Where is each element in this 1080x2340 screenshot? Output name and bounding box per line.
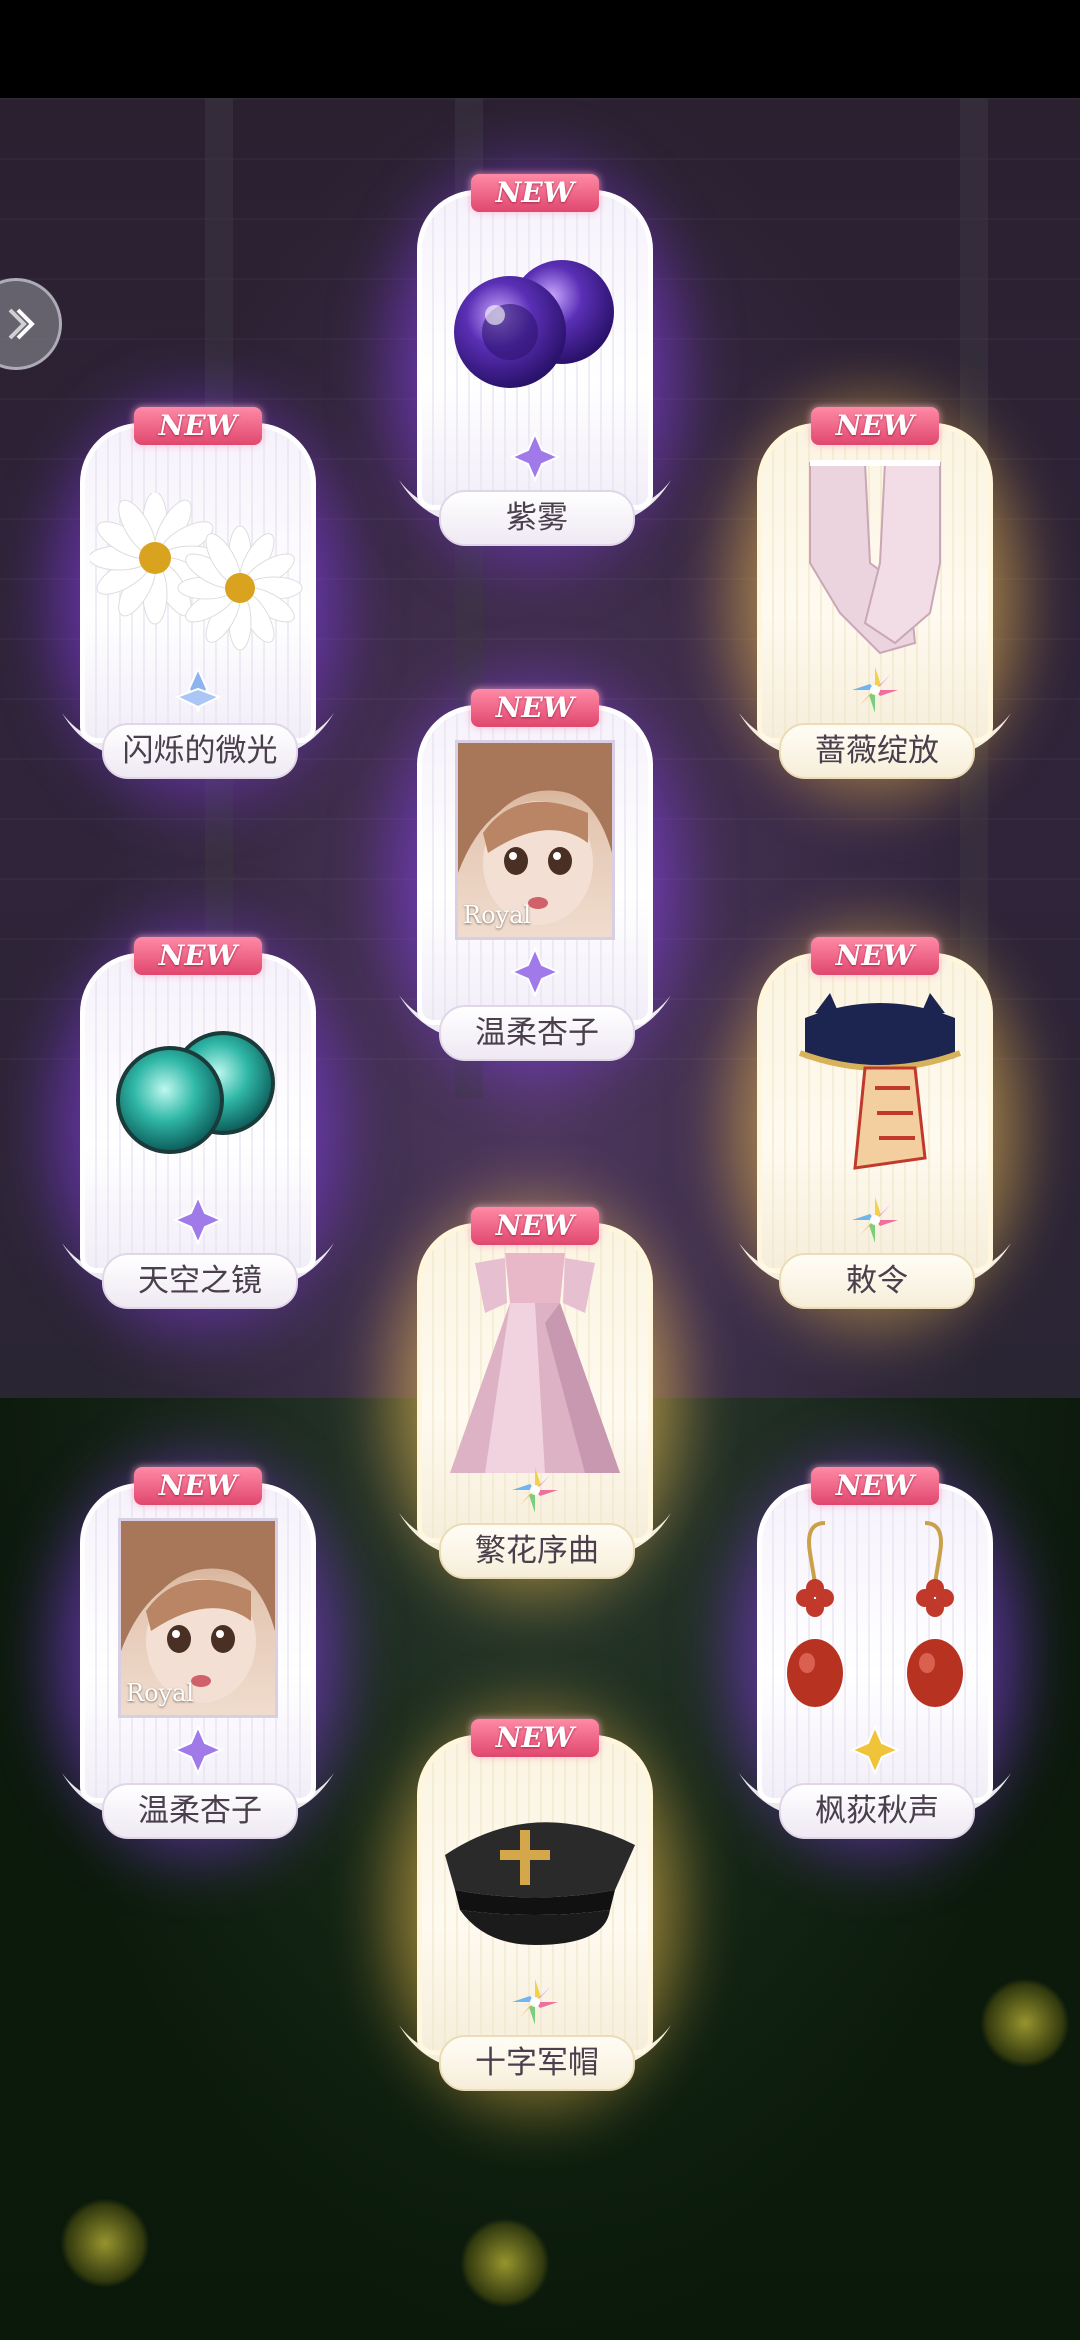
royal-label: Royal: [463, 901, 532, 929]
item-name: 敕令: [779, 1253, 975, 1309]
background-flower: [460, 2218, 550, 2308]
reward-card[interactable]: NEW Royal 温柔杏子: [28, 1433, 368, 1883]
red-earrings-icon: [787, 1521, 963, 1707]
reward-card[interactable]: NEW 敕令: [705, 903, 1045, 1353]
item-name: 温柔杏子: [102, 1783, 298, 1839]
item-name: 十字军帽: [439, 2035, 635, 2091]
item-name: 蔷薇绽放: [779, 723, 975, 779]
new-badge: NEW: [811, 407, 939, 445]
reward-card[interactable]: NEW 十字军帽: [365, 1685, 705, 2135]
military-cap-icon: [445, 1822, 635, 1945]
talisman-hat-icon: [798, 993, 962, 1170]
new-badge: NEW: [811, 1467, 939, 1505]
new-badge: NEW: [134, 407, 262, 445]
background-flower: [60, 2198, 150, 2288]
double-chevron-icon: [8, 308, 35, 340]
reward-scene: NEW 紫雾 NEW 闪烁的微光 NEW 蔷薇绽放 NEW Royal 温柔杏子…: [0, 98, 1080, 2340]
new-badge: NEW: [134, 1467, 262, 1505]
reward-card[interactable]: NEW Royal 温柔杏子: [365, 655, 705, 1105]
new-badge: NEW: [471, 1207, 599, 1245]
pink-gown-icon: [450, 1253, 620, 1473]
new-badge: NEW: [471, 1719, 599, 1757]
item-name: 枫荻秋声: [779, 1783, 975, 1839]
reward-card[interactable]: NEW 闪烁的微光: [28, 373, 368, 823]
reward-card[interactable]: NEW 天空之镜: [28, 903, 368, 1353]
purple-orb-icon: [454, 260, 614, 388]
new-badge: NEW: [471, 689, 599, 727]
item-name: 繁花序曲: [439, 1523, 635, 1579]
background-flower: [980, 1978, 1070, 2068]
status-bar: [0, 0, 1080, 98]
daisy-hairpin-icon: [90, 493, 303, 651]
reward-card[interactable]: NEW 蔷薇绽放: [705, 373, 1045, 823]
new-badge: NEW: [471, 174, 599, 212]
reward-card[interactable]: NEW 紫雾: [365, 140, 705, 590]
new-badge: NEW: [134, 937, 262, 975]
item-name: 温柔杏子: [439, 1005, 635, 1061]
new-badge: NEW: [811, 937, 939, 975]
item-name: 闪烁的微光: [102, 723, 298, 779]
teal-orb-icon: [116, 1031, 275, 1154]
lace-gloves-icon: [809, 460, 941, 655]
item-name: 天空之镜: [102, 1253, 298, 1309]
royal-label: Royal: [126, 1679, 195, 1707]
item-name: 紫雾: [439, 490, 635, 546]
reward-card[interactable]: NEW 繁花序曲: [365, 1173, 705, 1623]
reward-card[interactable]: NEW 枫荻秋声: [705, 1433, 1045, 1883]
